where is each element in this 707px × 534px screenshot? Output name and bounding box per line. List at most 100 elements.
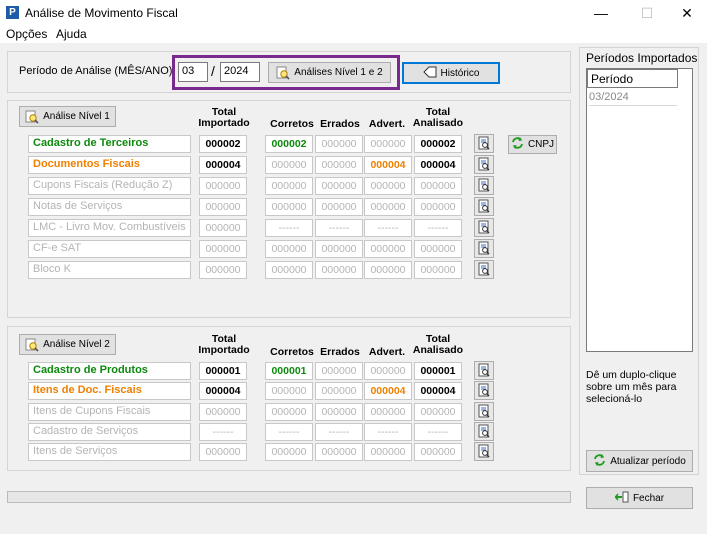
cell-corretos: 000000 bbox=[265, 402, 313, 421]
analyses-level-1-2-button[interactable]: Análises Nível 1 e 2 bbox=[268, 62, 391, 83]
cell-analisado: 000002 bbox=[414, 135, 462, 153]
exit-icon bbox=[614, 491, 629, 506]
date-separator: / bbox=[211, 63, 215, 79]
menu-opcoes[interactable]: Opções bbox=[6, 27, 47, 41]
view-report-button[interactable] bbox=[474, 197, 494, 216]
cell-analisado: 000000 bbox=[414, 443, 462, 462]
periods-column-header[interactable]: Período bbox=[587, 69, 678, 88]
cell-analisado: 000004 bbox=[414, 156, 462, 174]
cell-advert: 000004 bbox=[364, 382, 412, 401]
cell-corretos: 000000 bbox=[265, 443, 313, 462]
cell-advert: ------ bbox=[364, 422, 412, 441]
analysis-level-2-label: Análise Nível 2 bbox=[43, 339, 110, 350]
row-label: Cadastro de Terceiros bbox=[33, 137, 149, 149]
view-report-button[interactable] bbox=[474, 421, 494, 443]
cell-analisado: 000000 bbox=[414, 177, 462, 195]
view-report-button[interactable] bbox=[474, 401, 494, 423]
header-errados: Errados bbox=[320, 118, 360, 130]
header-advert: Advert. bbox=[368, 118, 406, 130]
analysis-level-1-button[interactable]: Análise Nível 1 bbox=[19, 106, 116, 127]
view-report-button[interactable] bbox=[474, 361, 494, 380]
row-label: Itens de Doc. Fiscais bbox=[33, 384, 142, 397]
cell-advert: 000000 bbox=[364, 135, 412, 153]
cell-importado: 000000 bbox=[199, 198, 247, 216]
view-report-button[interactable] bbox=[474, 155, 494, 174]
menu-ajuda[interactable]: Ajuda bbox=[56, 27, 87, 41]
cell-errados: 000000 bbox=[315, 177, 363, 195]
cell-errados: 000000 bbox=[315, 240, 363, 258]
cell-importado: 000000 bbox=[199, 443, 247, 462]
cell-analisado: 000000 bbox=[414, 261, 462, 279]
cell-corretos: 000000 bbox=[265, 261, 313, 279]
cell-analisado: 000001 bbox=[414, 362, 462, 380]
cell-corretos: 000000 bbox=[265, 382, 313, 401]
fechar-label: Fechar bbox=[632, 492, 665, 504]
cell-advert: 000000 bbox=[364, 177, 412, 195]
progress-bar bbox=[7, 491, 571, 503]
magnifier-doc-icon bbox=[276, 66, 290, 80]
report-icon bbox=[475, 262, 493, 281]
row-label: CF-e SAT bbox=[33, 242, 82, 254]
minimize-button[interactable]: — bbox=[578, 0, 624, 26]
periods-list[interactable] bbox=[586, 68, 693, 352]
header-total-importado: Total Importado bbox=[198, 106, 250, 129]
cell-corretos: ------ bbox=[265, 219, 313, 237]
cell-errados: 000000 bbox=[315, 156, 363, 174]
view-report-button[interactable] bbox=[474, 260, 494, 279]
analysis-level-2-button[interactable]: Análise Nível 2 bbox=[19, 334, 116, 355]
history-icon bbox=[422, 66, 437, 81]
view-report-button[interactable] bbox=[474, 176, 494, 195]
header-total-analisado: Total Analisado bbox=[412, 106, 464, 129]
view-report-button[interactable] bbox=[474, 381, 494, 402]
cell-advert: 000004 bbox=[364, 156, 412, 174]
view-report-button[interactable] bbox=[474, 218, 494, 237]
cnpj-label: CNPJ bbox=[527, 139, 555, 150]
history-button[interactable]: Histórico bbox=[402, 62, 500, 84]
cell-corretos: ------ bbox=[265, 422, 313, 441]
cell-importado: ------ bbox=[199, 422, 247, 441]
fechar-button[interactable]: Fechar bbox=[586, 487, 693, 509]
row-label: Bloco K bbox=[33, 263, 71, 275]
report-icon bbox=[475, 136, 493, 155]
view-report-button[interactable] bbox=[474, 134, 494, 153]
cell-advert: 000000 bbox=[364, 362, 412, 380]
cell-advert: 000000 bbox=[364, 261, 412, 279]
cell-errados: ------ bbox=[315, 422, 363, 441]
report-icon bbox=[475, 383, 493, 402]
report-icon bbox=[475, 424, 493, 443]
report-icon bbox=[475, 199, 493, 218]
menu-bar bbox=[0, 26, 707, 43]
header-total-analisado-2: Total Analisado bbox=[412, 333, 464, 356]
cell-analisado: ------ bbox=[414, 422, 462, 441]
cell-importado: 000000 bbox=[199, 240, 247, 258]
cell-analisado: 000000 bbox=[414, 402, 462, 421]
view-report-button[interactable] bbox=[474, 442, 494, 462]
cell-advert: 000000 bbox=[364, 240, 412, 258]
cell-advert: 000000 bbox=[364, 443, 412, 462]
month-input[interactable]: 03 bbox=[178, 62, 208, 82]
year-input[interactable]: 2024 bbox=[220, 62, 260, 82]
report-icon bbox=[475, 404, 493, 423]
cell-analisado: ------ bbox=[414, 219, 462, 237]
cell-analisado: 000000 bbox=[414, 240, 462, 258]
cell-importado: 000000 bbox=[199, 402, 247, 421]
window-title: Análise de Movimento Fiscal bbox=[25, 6, 178, 20]
header-errados-2: Errados bbox=[320, 346, 360, 358]
cell-errados: 000000 bbox=[315, 135, 363, 153]
report-icon bbox=[475, 178, 493, 197]
row-label: Cadastro de Produtos bbox=[33, 364, 148, 376]
report-icon bbox=[475, 157, 493, 176]
report-icon bbox=[475, 363, 493, 382]
cell-importado: 000000 bbox=[199, 219, 247, 237]
cell-corretos: 000000 bbox=[265, 240, 313, 258]
cell-advert: 000000 bbox=[364, 402, 412, 421]
header-advert-2: Advert. bbox=[368, 346, 406, 358]
cell-corretos: 000002 bbox=[265, 135, 313, 153]
cell-corretos: 000000 bbox=[265, 156, 313, 174]
cell-importado: 000004 bbox=[199, 156, 247, 174]
cnpj-button[interactable]: CNPJ bbox=[508, 135, 557, 154]
view-report-button[interactable] bbox=[474, 239, 494, 258]
period-item[interactable]: 03/2024 bbox=[589, 91, 677, 106]
update-period-button[interactable]: Atualizar período bbox=[586, 450, 693, 472]
close-window-button[interactable]: ✕ bbox=[664, 0, 707, 26]
